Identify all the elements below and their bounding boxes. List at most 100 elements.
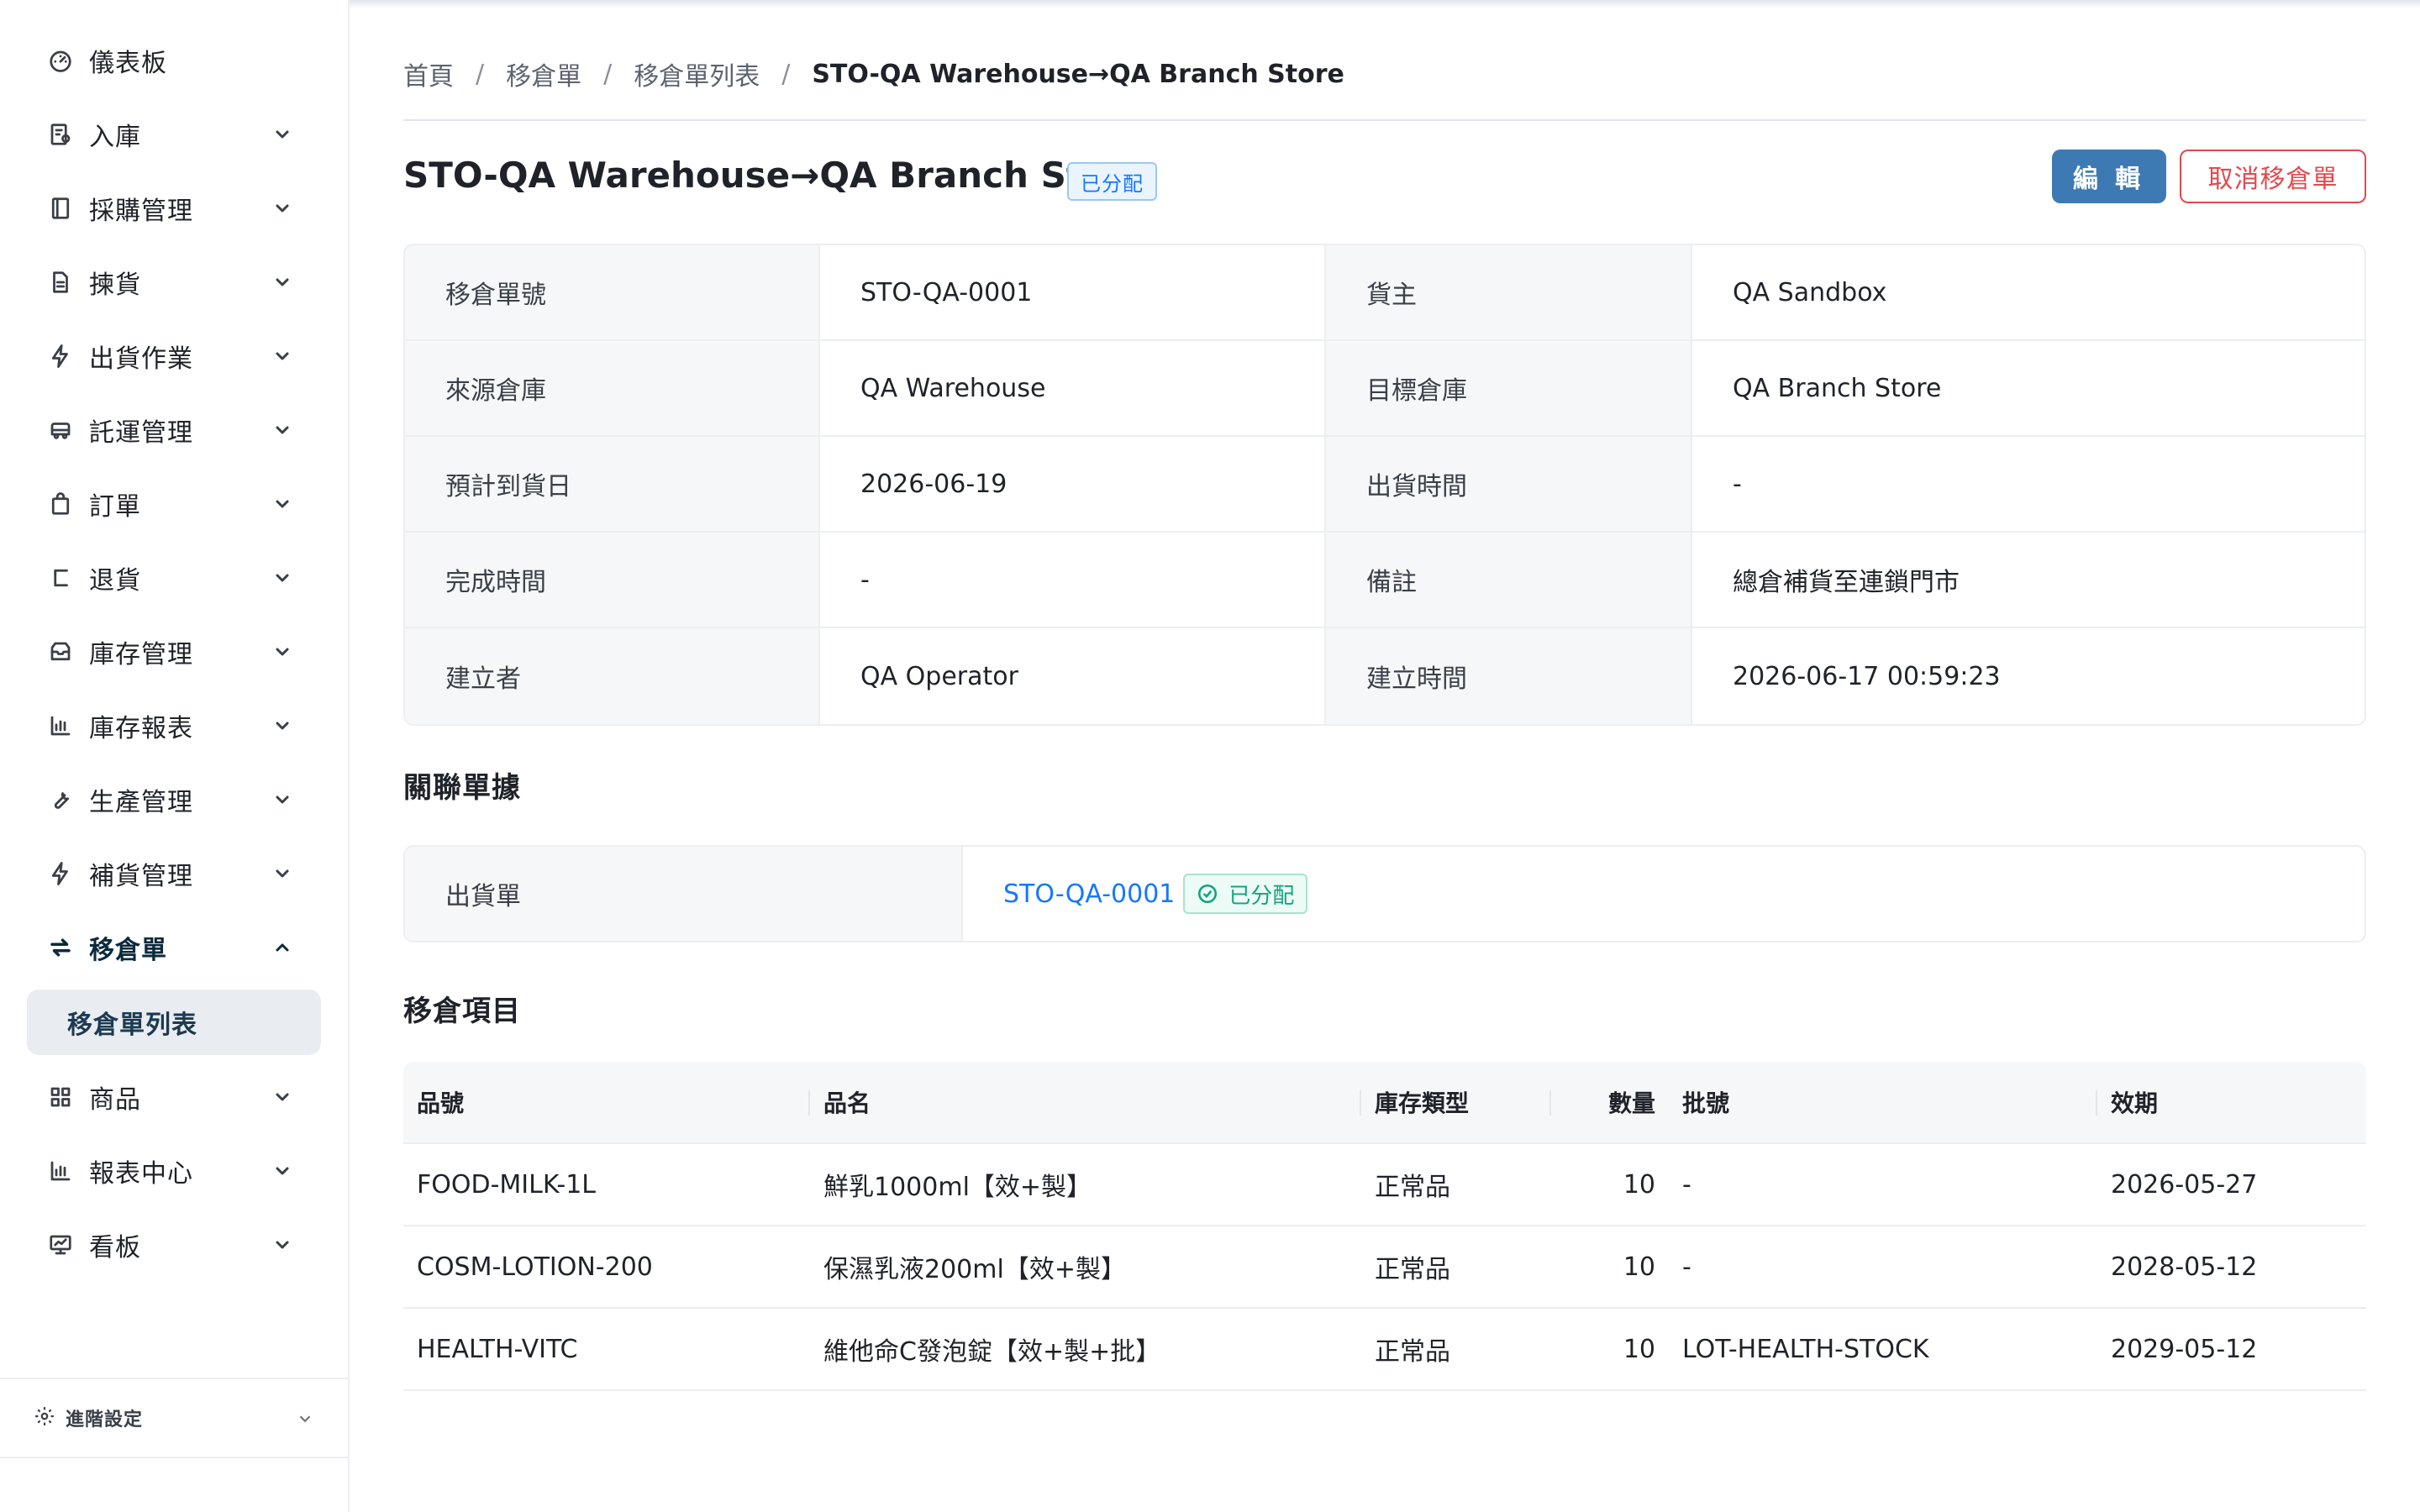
breadcrumb: 首頁 / 移倉單 / 移倉單列表 / STO-QA Warehouse→QA B… — [403, 55, 1344, 92]
breadcrumb-separator: / — [781, 59, 791, 89]
product-name-link[interactable]: 維他命C發泡錠【效+製+批】 — [810, 1309, 1361, 1389]
detail-label: 預計到貨日 — [405, 437, 820, 531]
sku-link[interactable]: FOOD-MILK-1L — [403, 1144, 810, 1225]
related-label: 出貨單 — [405, 847, 963, 941]
sidebar-item-production[interactable]: 生產管理 — [0, 763, 348, 837]
sidebar-item-products[interactable]: 商品 — [0, 1060, 348, 1134]
product-name-link[interactable]: 保濕乳液200ml【效+製】 — [810, 1226, 1361, 1307]
detail-row: 來源倉庫 QA Warehouse 目標倉庫 QA Branch Store — [405, 341, 2365, 437]
wrench-icon — [47, 786, 74, 813]
sidebar-item-label: 入庫 — [89, 123, 141, 152]
sidebar-subitem-label: 移倉單列表 — [67, 1011, 197, 1040]
sidebar-subitem-transfer-list[interactable]: 移倉單列表 — [27, 990, 321, 1055]
chevron-down-icon — [269, 712, 296, 739]
detail-value: 2026-06-19 — [820, 437, 1326, 531]
sidebar-item-report-center[interactable]: 報表中心 — [0, 1134, 348, 1208]
sku-link[interactable]: COSM-LOTION-200 — [403, 1226, 810, 1307]
detail-row: 建立者 QA Operator 建立時間 2026-06-17 00:59:23 — [405, 628, 2365, 724]
detail-row: 完成時間 - 備註 總倉補貨至連鎖門市 — [405, 533, 2365, 628]
status-badge: 已分配 — [1067, 162, 1157, 201]
edit-button[interactable]: 編 輯 — [2052, 150, 2166, 203]
product-name-link[interactable]: 鮮乳1000ml【效+製】 — [810, 1144, 1361, 1225]
detail-label: 建立時間 — [1326, 628, 1692, 724]
stock-type-cell: 正常品 — [1375, 1337, 1450, 1367]
sidebar-item-returns[interactable]: 退貨 — [0, 541, 348, 615]
shipment-order-link[interactable]: STO-QA-0001 — [1003, 879, 1175, 909]
detail-label: 來源倉庫 — [405, 341, 820, 435]
chevron-down-icon — [296, 1410, 314, 1431]
quantity-cell: 10 — [1623, 1169, 1655, 1200]
sidebar-item-purchasing[interactable]: 採購管理 — [0, 171, 348, 245]
table-header: 品號 品名 庫存類型 數量 批號 效期 — [403, 1062, 2366, 1144]
sidebar-item-dashboard[interactable]: 儀表板 — [0, 24, 348, 97]
sidebar-item-orders[interactable]: 訂單 — [0, 467, 348, 541]
table-row: FOOD-MILK-1L 鮮乳1000ml【效+製】 正常品 10 - 2026… — [403, 1144, 2366, 1226]
breadcrumb-current: STO-QA Warehouse→QA Branch Store — [812, 59, 1344, 89]
advanced-settings-toggle[interactable]: 進階設定 — [0, 1378, 348, 1458]
cancel-transfer-button[interactable]: 取消移倉單 — [2180, 150, 2366, 203]
column-header-name: 品名 — [810, 1062, 1361, 1142]
detail-value: QA Warehouse — [820, 341, 1326, 435]
sidebar-item-inventory[interactable]: 庫存管理 — [0, 615, 348, 689]
sidebar-item-label: 出貨作業 — [89, 344, 193, 374]
detail-row: 移倉單號 STO-QA-0001 貨主 QA Sandbox — [405, 245, 2365, 341]
table-row: COSM-LOTION-200 保濕乳液200ml【效+製】 正常品 10 - … — [403, 1226, 2366, 1309]
sidebar-item-label: 商品 — [89, 1085, 141, 1115]
quantity-cell: 10 — [1623, 1252, 1655, 1282]
detail-label: 貨主 — [1326, 245, 1692, 339]
sidebar-item-label: 託運管理 — [89, 418, 193, 448]
sidebar-item-label: 儀表板 — [89, 49, 167, 78]
stock-type-cell: 正常品 — [1375, 1255, 1450, 1284]
sidebar-item-inbound[interactable]: 入庫 — [0, 97, 348, 171]
sku-link[interactable]: HEALTH-VITC — [403, 1309, 810, 1389]
detail-value: - — [1692, 437, 2365, 531]
detail-row: 預計到貨日 2026-06-19 出貨時間 - — [405, 437, 2365, 533]
lot-cell: - — [1682, 1252, 1691, 1282]
sidebar-nav: 儀表板 入庫 採購管理 揀貨 出貨作業 託運管理 訂單 退貨 庫存管理 庫存報表… — [0, 24, 348, 1282]
chevron-down-icon — [269, 343, 296, 370]
sidebar-item-label: 揀貨 — [89, 270, 141, 300]
sidebar-item-kanban[interactable]: 看板 — [0, 1208, 348, 1282]
transfer-items-table: 品號 品名 庫存類型 數量 批號 效期 FOOD-MILK-1L 鮮乳1000m… — [403, 1062, 2366, 1391]
sidebar-item-label: 報表中心 — [89, 1159, 193, 1189]
sidebar-item-label: 生產管理 — [89, 788, 193, 817]
detail-value: QA Operator — [820, 628, 1326, 724]
sidebar-item-label: 訂單 — [89, 492, 141, 522]
sidebar-item-label: 庫存管理 — [89, 640, 193, 669]
sidebar-item-carrier[interactable]: 託運管理 — [0, 393, 348, 467]
bar-chart-icon — [47, 1158, 74, 1184]
expiry-cell: 2029-05-12 — [2111, 1334, 2258, 1364]
bar-chart-icon — [47, 712, 74, 739]
breadcrumb-home[interactable]: 首頁 — [403, 55, 454, 92]
return-icon — [47, 564, 74, 591]
detail-value: QA Sandbox — [1692, 245, 2365, 339]
detail-label: 移倉單號 — [405, 245, 820, 339]
sidebar-item-picking[interactable]: 揀貨 — [0, 245, 348, 319]
truck-icon — [47, 417, 74, 444]
expiry-cell: 2028-05-12 — [2111, 1252, 2258, 1282]
expiry-cell: 2026-05-27 — [2111, 1169, 2258, 1200]
column-header-quantity: 數量 — [1607, 1089, 1655, 1117]
sidebar-item-inventory-reports[interactable]: 庫存報表 — [0, 689, 348, 763]
gauge-icon — [47, 47, 74, 74]
related-docs: 出貨單 STO-QA-0001 已分配 — [403, 845, 2366, 942]
sidebar-item-label: 採購管理 — [89, 197, 193, 226]
sidebar-item-transfer-orders[interactable]: 移倉單 — [0, 911, 348, 984]
column-header-sku: 品號 — [403, 1062, 810, 1142]
column-header-expiry: 效期 — [2111, 1089, 2159, 1117]
bag-icon — [47, 491, 74, 517]
sidebar-item-label: 移倉單 — [89, 936, 167, 965]
divider — [403, 119, 2366, 121]
header-shadow — [350, 0, 2420, 8]
sidebar-item-label: 看板 — [89, 1233, 141, 1263]
chevron-down-icon — [269, 1084, 296, 1110]
chevron-up-icon — [269, 934, 296, 961]
detail-label: 出貨時間 — [1326, 437, 1692, 531]
sidebar-item-shipping[interactable]: 出貨作業 — [0, 319, 348, 393]
breadcrumb-transfer-list[interactable]: 移倉單列表 — [634, 55, 760, 92]
breadcrumb-transfer-orders[interactable]: 移倉單 — [506, 55, 581, 92]
document-icon — [47, 269, 74, 296]
lightning-icon — [47, 343, 74, 370]
sidebar-item-replenishment[interactable]: 補貨管理 — [0, 837, 348, 911]
lot-cell: - — [1682, 1169, 1691, 1200]
